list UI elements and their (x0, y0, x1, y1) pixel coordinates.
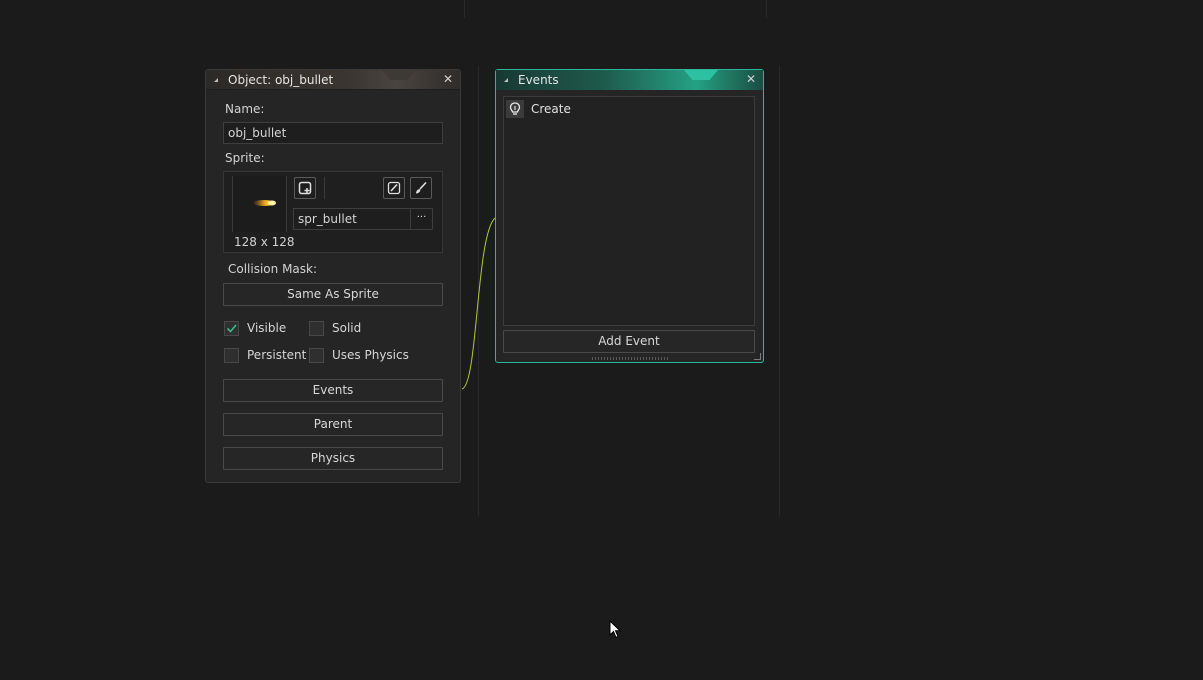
window-title: Events (518, 73, 559, 87)
object-window-titlebar[interactable]: Object: obj_bullet ✕ (206, 70, 460, 90)
visible-checkbox[interactable] (224, 321, 239, 336)
uses-physics-label: Uses Physics (332, 348, 409, 362)
visible-label: Visible (247, 321, 287, 335)
event-item-create[interactable]: Create (506, 99, 571, 119)
persistent-checkbox[interactable] (224, 348, 239, 363)
event-list: Create (503, 96, 755, 326)
parent-button[interactable]: Parent (223, 413, 443, 436)
title-notch-decoration (684, 70, 718, 80)
add-event-button[interactable]: Add Event (503, 330, 755, 353)
collapse-icon[interactable] (504, 78, 508, 82)
event-label: Create (531, 102, 571, 116)
bullet-sprite-icon (253, 200, 276, 206)
sprite-preview[interactable] (232, 176, 287, 232)
checkmark-icon (226, 324, 237, 333)
new-sprite-icon (298, 181, 312, 195)
persistent-label: Persistent (247, 348, 307, 362)
resize-corner[interactable] (754, 353, 761, 360)
solid-label: Solid (332, 321, 362, 335)
sprite-name-field[interactable]: spr_bullet (293, 208, 411, 230)
sprite-label: Sprite: (225, 151, 265, 165)
resize-grip[interactable] (592, 357, 668, 360)
events-window-titlebar[interactable]: Events ✕ (496, 70, 763, 90)
object-window: Object: obj_bullet ✕ Name: obj_bullet Sp… (205, 69, 461, 483)
name-field[interactable]: obj_bullet (223, 122, 443, 144)
toolbar-separator (324, 177, 325, 199)
events-window: Events ✕ Create Add Event (495, 69, 764, 363)
close-icon[interactable]: ✕ (442, 73, 454, 85)
sprite-size: 128 x 128 (234, 235, 295, 249)
name-label: Name: (225, 102, 265, 116)
collision-mask-label: Collision Mask: (228, 262, 318, 276)
brush-icon (416, 181, 427, 194)
events-button[interactable]: Events (223, 379, 443, 402)
window-title: Object: obj_bullet (228, 72, 334, 87)
sprite-browse-button[interactable]: ··· (410, 208, 433, 230)
close-icon[interactable]: ✕ (745, 73, 757, 85)
uses-physics-checkbox[interactable] (309, 348, 324, 363)
collapse-icon[interactable] (214, 77, 218, 82)
collision-mask-dropdown[interactable]: Same As Sprite (223, 283, 443, 306)
physics-button[interactable]: Physics (223, 447, 443, 470)
edit-sprite-icon (387, 181, 401, 195)
sprite-panel: 128 x 128 spr_bullet ··· (223, 171, 443, 253)
paint-sprite-button[interactable] (410, 177, 432, 199)
title-notch-decoration (382, 70, 416, 80)
lightbulb-icon (506, 100, 524, 118)
edit-sprite-button[interactable] (383, 177, 405, 199)
new-sprite-button[interactable] (294, 177, 316, 199)
mouse-cursor-icon (609, 620, 622, 639)
solid-checkbox[interactable] (309, 321, 324, 336)
